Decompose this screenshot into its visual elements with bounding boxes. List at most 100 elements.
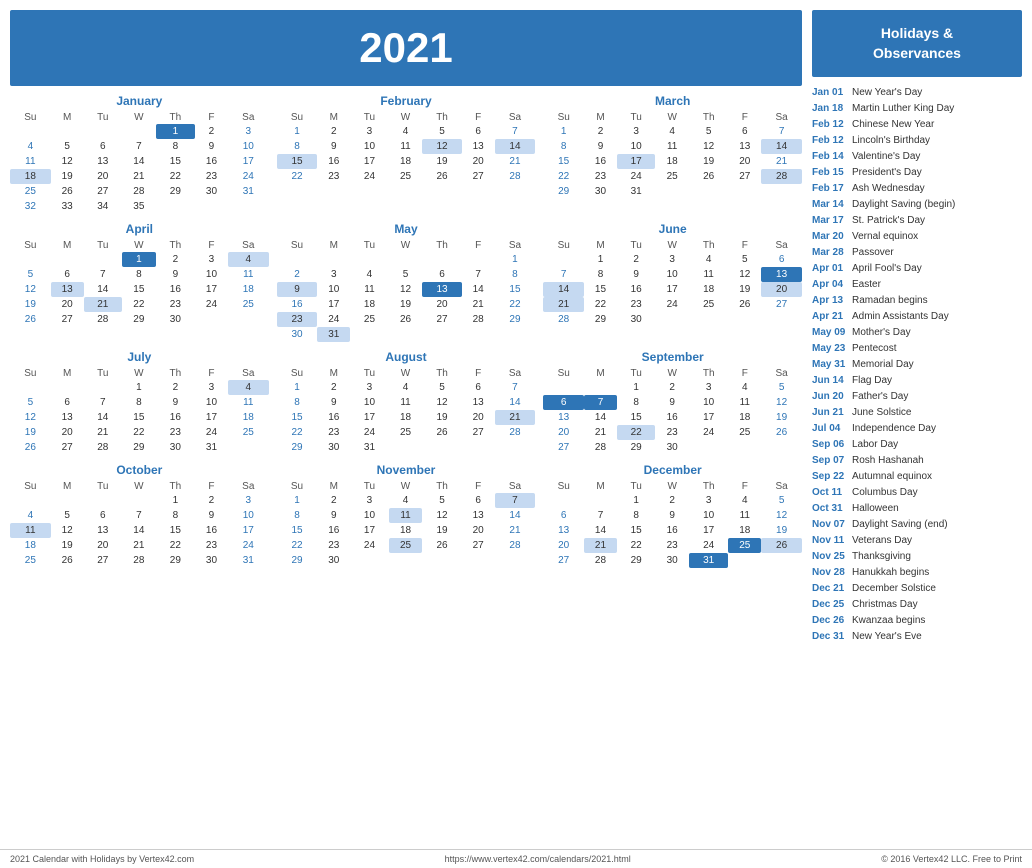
day-cell: 15	[495, 282, 536, 297]
day-cell: 10	[617, 139, 655, 154]
holiday-date: Feb 17	[812, 181, 848, 196]
day-cell: 7	[122, 139, 156, 154]
day-header: M	[317, 111, 350, 124]
footer: 2021 Calendar with Holidays by Vertex42.…	[0, 849, 1032, 868]
day-cell: 12	[422, 139, 461, 154]
day-cell: 5	[10, 395, 51, 410]
day-cell-empty	[689, 312, 728, 327]
day-cell: 10	[689, 508, 728, 523]
day-header: Su	[10, 111, 51, 124]
day-cell: 22	[156, 538, 195, 553]
day-header: M	[317, 480, 350, 493]
day-cell: 25	[689, 297, 728, 312]
day-cell: 18	[389, 154, 423, 169]
holiday-name: Passover	[852, 245, 894, 260]
day-cell: 2	[617, 252, 655, 267]
day-cell: 1	[122, 380, 156, 395]
day-cell	[122, 493, 156, 508]
holiday-date: Mar 17	[812, 213, 848, 228]
day-cell: 4	[10, 508, 51, 523]
day-cell: 19	[10, 297, 51, 312]
month-title: December	[543, 463, 802, 477]
day-cell: 26	[422, 169, 461, 184]
month-block: JuneSuMTuWThFSa1234567891011121314151617…	[543, 222, 802, 342]
day-cell: 24	[228, 169, 269, 184]
day-cell: 14	[495, 139, 536, 154]
day-cell: 34	[84, 199, 122, 214]
day-cell: 13	[422, 282, 461, 297]
day-cell: 20	[462, 523, 495, 538]
day-cell-empty	[462, 327, 495, 342]
day-cell: 23	[195, 169, 228, 184]
day-cell: 11	[728, 508, 761, 523]
month-title: October	[10, 463, 269, 477]
day-header: Tu	[84, 239, 122, 252]
day-cell: 20	[462, 154, 495, 169]
holiday-row: May 31Memorial Day	[812, 357, 1022, 372]
day-header: Tu	[350, 111, 388, 124]
day-cell: 6	[462, 380, 495, 395]
holiday-name: Vernal equinox	[852, 229, 918, 244]
day-header: W	[389, 480, 423, 493]
day-cell: 25	[350, 312, 388, 327]
day-cell: 8	[156, 139, 195, 154]
day-cell: 22	[156, 169, 195, 184]
day-cell-empty	[495, 553, 536, 568]
day-cell: 6	[543, 395, 584, 410]
month-table: SuMTuWThFSa12345678910111213141516171819…	[10, 239, 269, 327]
footer-center: https://www.vertex42.com/calendars/2021.…	[445, 854, 631, 864]
holiday-row: Feb 12Lincoln's Birthday	[812, 133, 1022, 148]
day-cell: 2	[584, 124, 617, 139]
day-cell: 24	[195, 297, 228, 312]
day-cell: 24	[617, 169, 655, 184]
day-cell: 24	[317, 312, 350, 327]
holiday-row: Jan 18Martin Luther King Day	[812, 101, 1022, 116]
day-header: F	[728, 367, 761, 380]
day-cell: 9	[195, 139, 228, 154]
day-cell: 12	[422, 395, 461, 410]
day-cell: 24	[195, 425, 228, 440]
day-cell: 4	[389, 380, 423, 395]
day-cell: 7	[584, 395, 617, 410]
day-header: Tu	[84, 111, 122, 124]
month-title: May	[277, 222, 536, 236]
day-header: Th	[156, 367, 195, 380]
holiday-date: Dec 31	[812, 629, 848, 644]
day-cell: 11	[389, 508, 423, 523]
day-cell: 17	[350, 410, 388, 425]
month-block: NovemberSuMTuWThFSa123456789101112131415…	[277, 463, 536, 568]
day-cell: 2	[655, 493, 689, 508]
day-cell: 18	[689, 282, 728, 297]
day-cell: 12	[51, 154, 84, 169]
day-header: Tu	[350, 367, 388, 380]
day-cell	[84, 252, 122, 267]
holiday-row: Feb 14Valentine's Day	[812, 149, 1022, 164]
day-header: Su	[543, 239, 584, 252]
day-cell: 1	[277, 380, 318, 395]
day-cell: 30	[317, 440, 350, 455]
day-cell: 20	[728, 154, 761, 169]
day-cell: 11	[10, 154, 51, 169]
holidays-list: Jan 01New Year's DayJan 18Martin Luther …	[812, 85, 1022, 644]
day-cell: 11	[389, 139, 423, 154]
holiday-date: Dec 25	[812, 597, 848, 612]
day-cell: 22	[122, 297, 156, 312]
day-cell: 31	[350, 440, 388, 455]
day-cell: 11	[728, 395, 761, 410]
day-cell: 29	[617, 553, 655, 568]
day-header: M	[51, 367, 84, 380]
day-cell: 31	[317, 327, 350, 342]
holiday-name: President's Day	[852, 165, 922, 180]
day-cell: 6	[84, 139, 122, 154]
day-cell: 15	[156, 154, 195, 169]
day-header: M	[317, 367, 350, 380]
day-header: Th	[422, 111, 461, 124]
day-header: M	[317, 239, 350, 252]
day-cell: 14	[543, 282, 584, 297]
day-cell: 23	[156, 297, 195, 312]
day-header: Su	[10, 367, 51, 380]
month-table: SuMTuWThFSa12345678910111213141516171819…	[10, 480, 269, 568]
holiday-date: Sep 07	[812, 453, 848, 468]
day-cell: 21	[122, 169, 156, 184]
day-cell-empty	[389, 440, 423, 455]
